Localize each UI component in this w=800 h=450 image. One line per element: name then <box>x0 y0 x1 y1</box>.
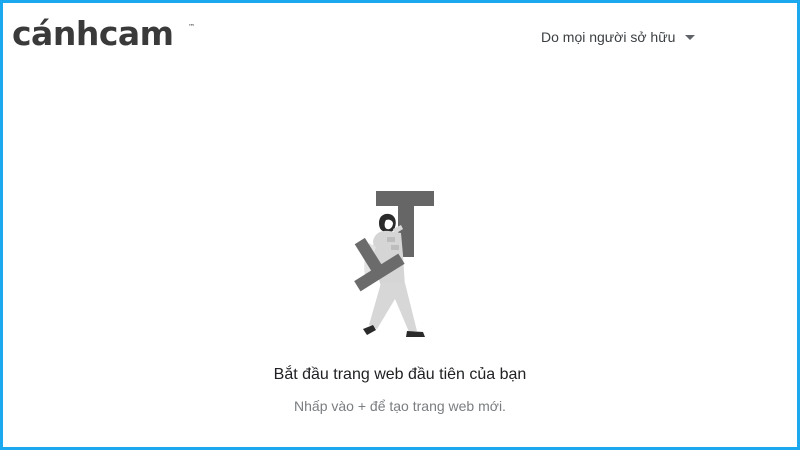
owner-filter-label: Do mọi người sở hữu <box>541 29 676 45</box>
brand-logo: cánhcam <box>12 14 174 53</box>
caret-down-icon <box>685 35 696 40</box>
empty-state-subtitle: Nhấp vào + để tạo trang web mới. <box>294 398 506 414</box>
app-window: cánhcam ™ Do mọi người sở hữu Bắt đầu tr… <box>0 0 800 450</box>
owner-filter-dropdown[interactable]: Do mọi người sở hữu <box>541 25 696 49</box>
trademark-mark: ™ <box>188 23 195 31</box>
empty-state-illustration <box>354 191 434 337</box>
empty-state-title: Bắt đầu trang web đầu tiên của bạn <box>273 366 527 383</box>
